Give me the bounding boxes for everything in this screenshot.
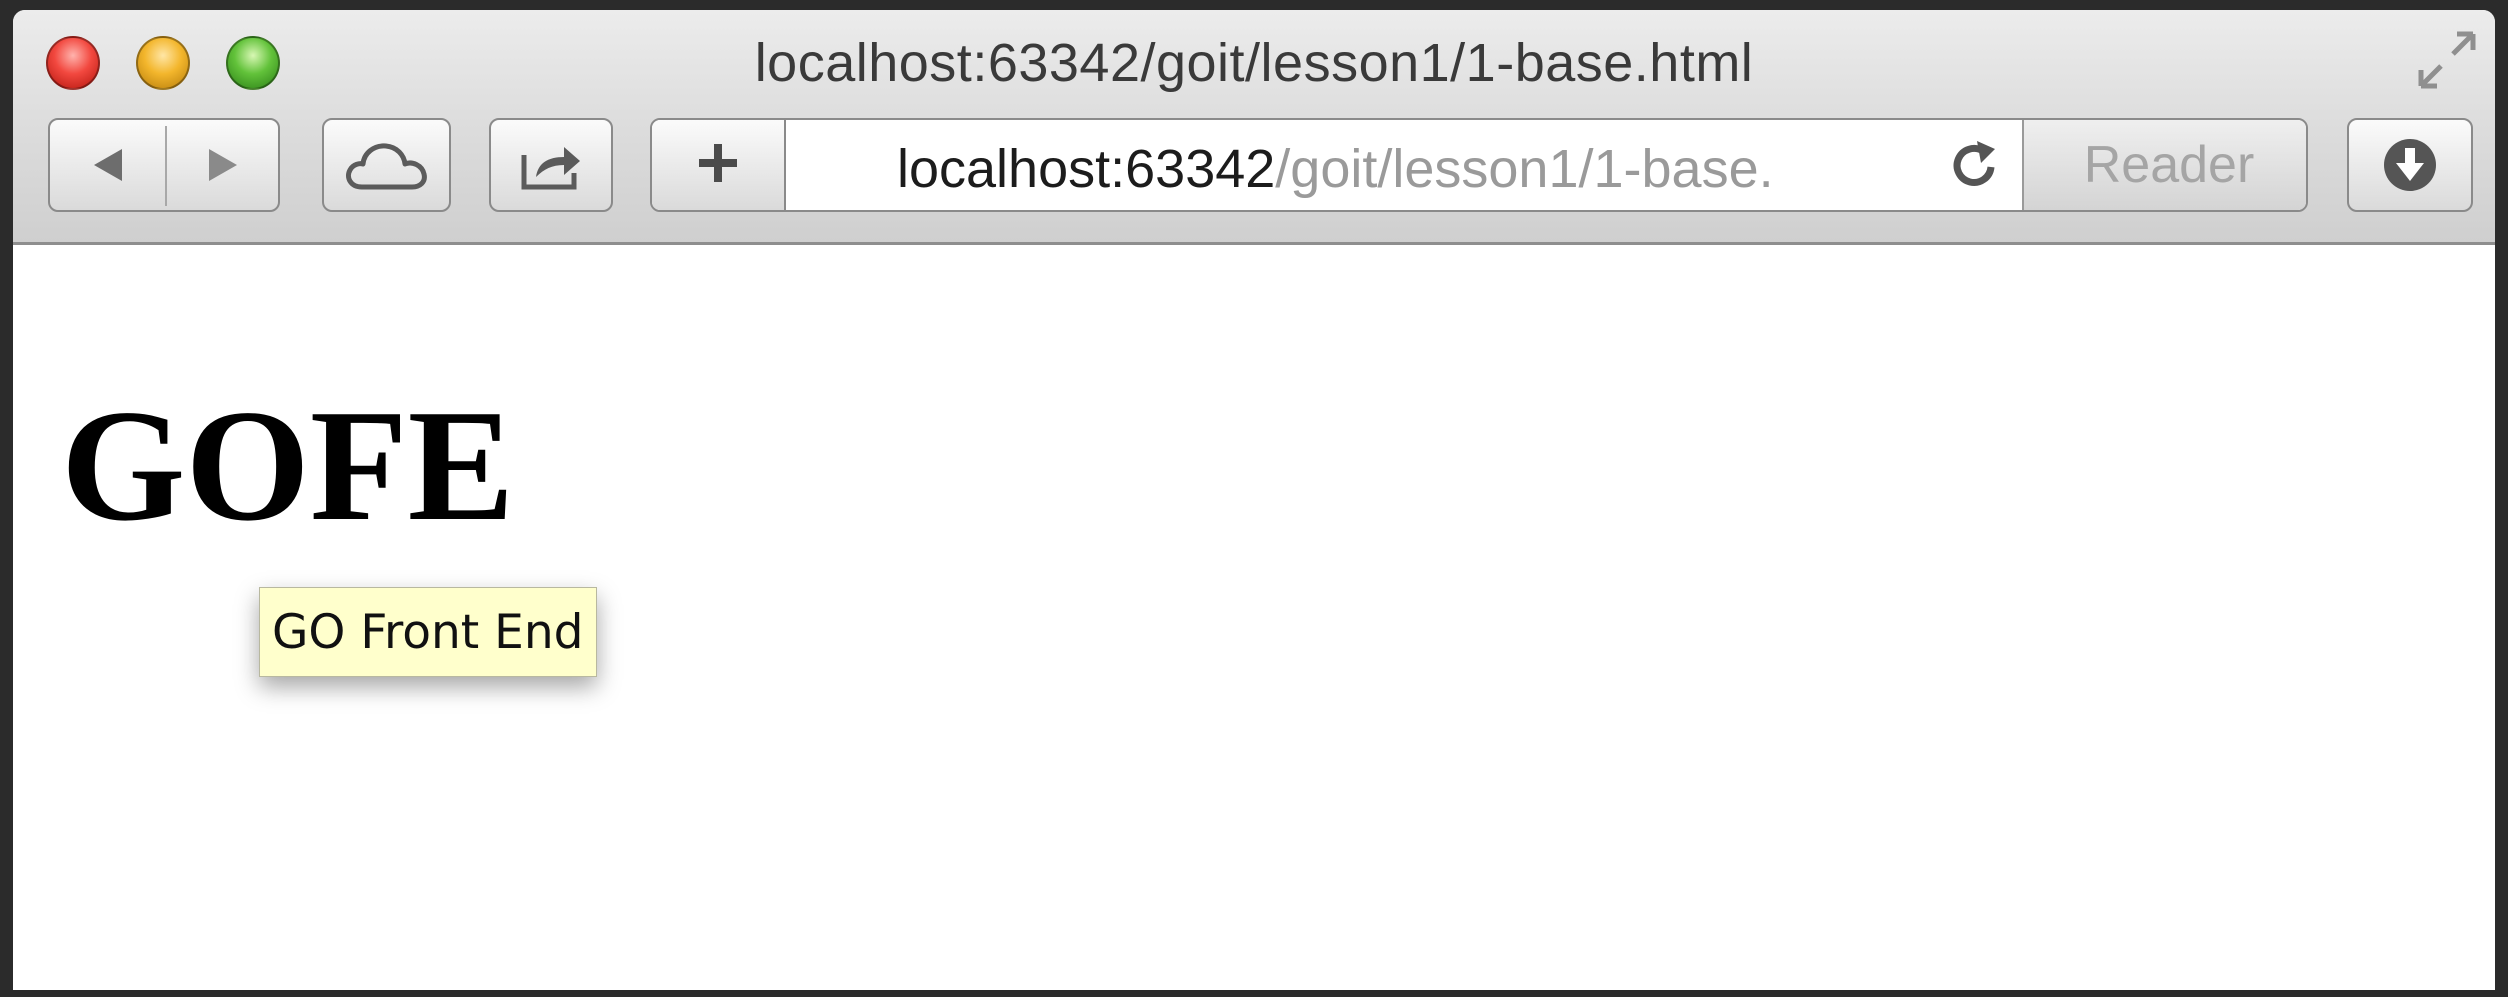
browser-toolbar: localhost:63342/goit/lesson1/1-base.html bbox=[13, 10, 2495, 245]
url-host: localhost:63342 bbox=[897, 139, 1276, 199]
share-icon bbox=[516, 137, 586, 193]
navigation-buttons bbox=[48, 118, 280, 212]
page-heading: GOFE bbox=[61, 376, 515, 554]
downloads-icon bbox=[2380, 135, 2440, 195]
back-arrow-icon bbox=[88, 145, 128, 185]
tooltip: GO Front End bbox=[259, 587, 597, 677]
forward-arrow-icon bbox=[203, 145, 243, 185]
cloud-icon bbox=[342, 137, 432, 193]
plus-icon bbox=[693, 138, 743, 193]
page-content: GOFE GO Front End bbox=[13, 245, 2495, 990]
address-bar[interactable]: localhost:63342/goit/lesson1/1-base. Rea… bbox=[650, 118, 2308, 212]
share-button[interactable] bbox=[489, 118, 613, 212]
reader-button[interactable]: Reader bbox=[2022, 120, 2306, 210]
window-title: localhost:63342/goit/lesson1/1-base.html bbox=[754, 33, 1754, 93]
reload-icon[interactable] bbox=[1947, 137, 2003, 193]
add-bookmark-button[interactable] bbox=[652, 120, 786, 210]
browser-window: localhost:63342/goit/lesson1/1-base.html bbox=[13, 10, 2495, 990]
downloads-button[interactable] bbox=[2347, 118, 2473, 212]
fullscreen-icon[interactable] bbox=[2415, 28, 2479, 92]
url-field[interactable]: localhost:63342/goit/lesson1/1-base. bbox=[897, 138, 1917, 200]
icloud-tabs-button[interactable] bbox=[322, 118, 451, 212]
back-button[interactable] bbox=[50, 120, 165, 210]
forward-button[interactable] bbox=[167, 120, 278, 210]
url-path: /goit/lesson1/1-base. bbox=[1275, 139, 1774, 199]
